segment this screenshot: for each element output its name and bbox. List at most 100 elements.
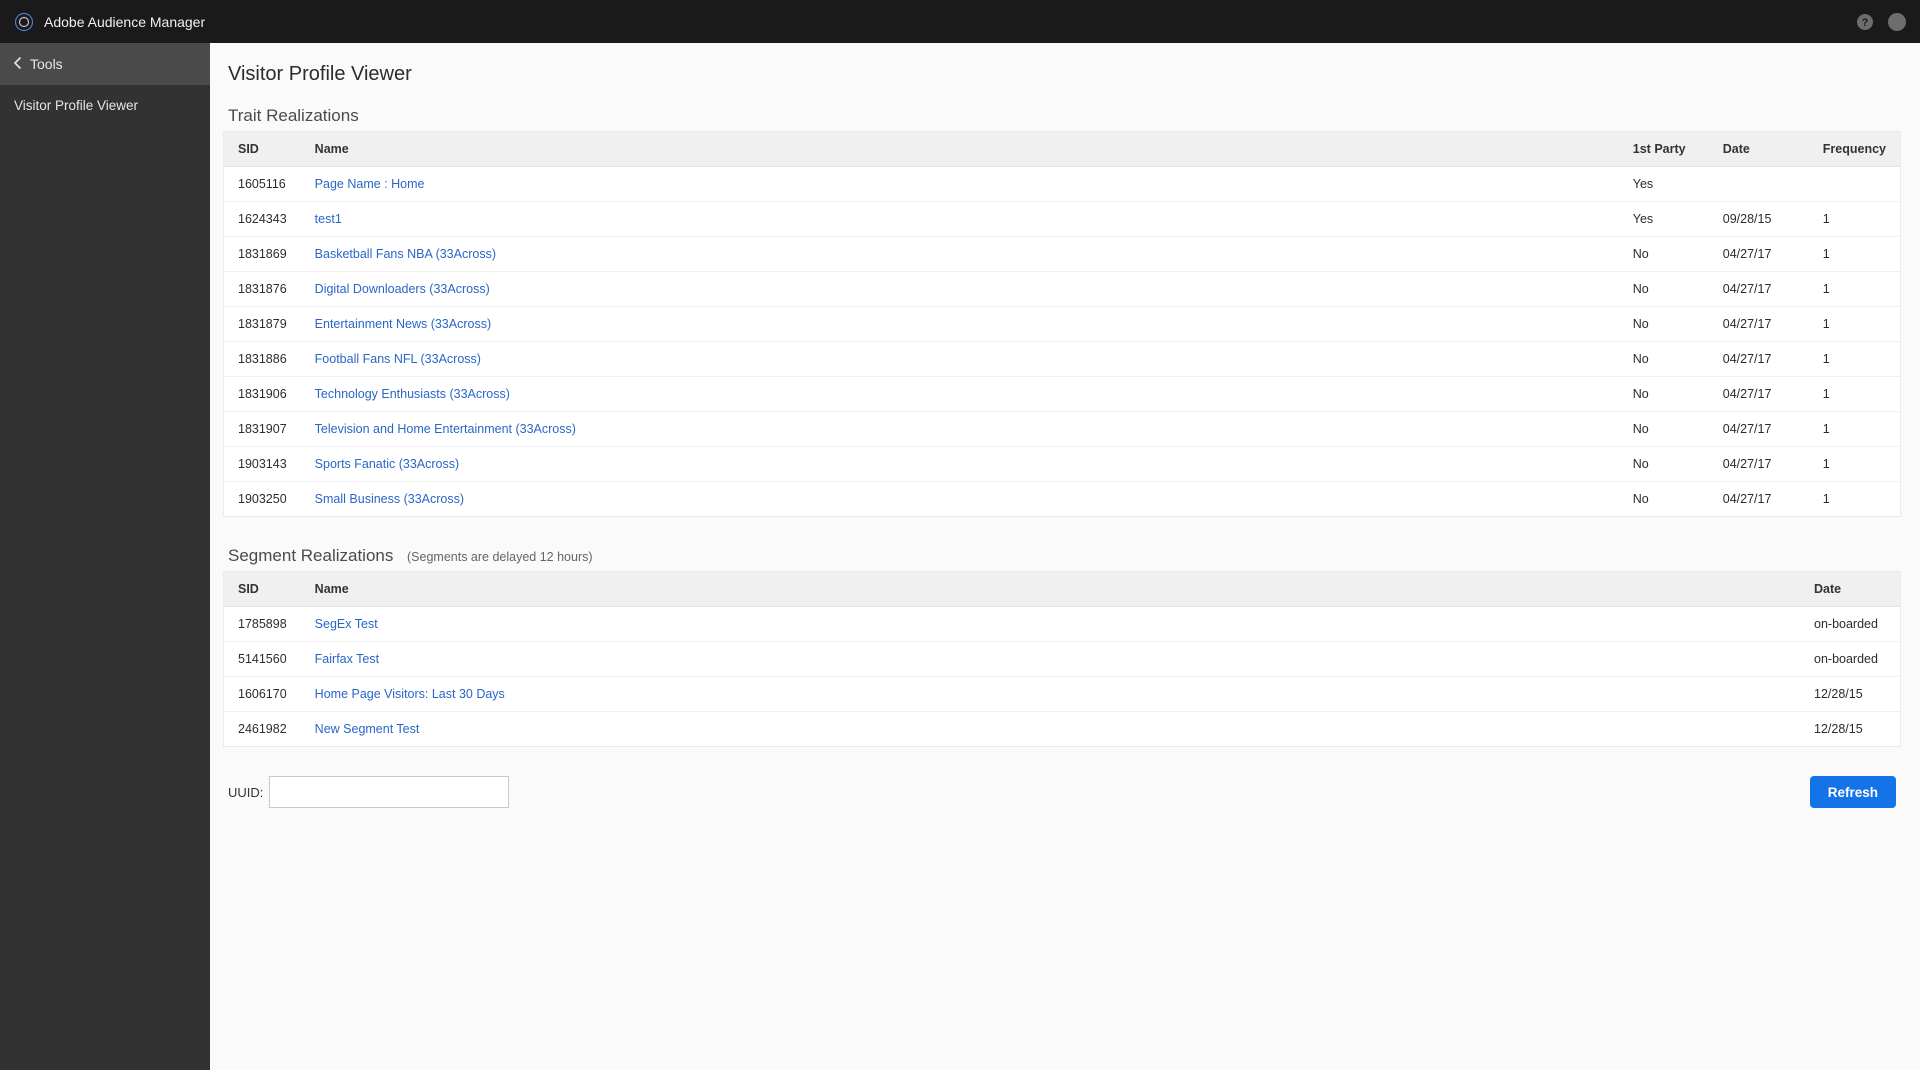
segment-sid: 1785898 — [224, 607, 301, 642]
table-row: 1831886Football Fans NFL (33Across)No04/… — [224, 342, 1900, 377]
refresh-button[interactable]: Refresh — [1810, 776, 1896, 808]
trait-freq: 1 — [1809, 447, 1900, 482]
trait-name-link[interactable]: Television and Home Entertainment (33Acr… — [315, 422, 576, 436]
trait-name-link[interactable]: Small Business (33Across) — [315, 492, 464, 506]
trait-name-link[interactable]: test1 — [315, 212, 342, 226]
trait-party: No — [1619, 237, 1709, 272]
trait-date: 04/27/17 — [1709, 237, 1809, 272]
segments-delay-note: (Segments are delayed 12 hours) — [407, 550, 593, 564]
segments-col-date[interactable]: Date — [1800, 572, 1900, 607]
trait-freq: 1 — [1809, 307, 1900, 342]
uuid-label: UUID: — [228, 785, 263, 800]
trait-party: No — [1619, 342, 1709, 377]
trait-name-link[interactable]: Technology Enthusiasts (33Across) — [315, 387, 510, 401]
trait-freq: 1 — [1809, 237, 1900, 272]
segments-col-sid[interactable]: SID — [224, 572, 301, 607]
trait-date: 04/27/17 — [1709, 307, 1809, 342]
trait-freq: 1 — [1809, 202, 1900, 237]
trait-party: No — [1619, 272, 1709, 307]
help-icon[interactable]: ? — [1856, 13, 1874, 31]
trait-sid: 1831869 — [224, 237, 301, 272]
trait-name-link[interactable]: Page Name : Home — [315, 177, 425, 191]
trait-freq: 1 — [1809, 377, 1900, 412]
uuid-input[interactable] — [269, 776, 509, 808]
traits-col-name[interactable]: Name — [301, 132, 1619, 167]
trait-date — [1709, 167, 1809, 202]
trait-date: 04/27/17 — [1709, 377, 1809, 412]
trait-freq: 1 — [1809, 272, 1900, 307]
main-wrap: Visitor Profile Viewer Trait Realization… — [210, 43, 1920, 1070]
trait-freq: 1 — [1809, 342, 1900, 377]
sidebar-back-tools[interactable]: Tools — [0, 43, 210, 85]
topbar-left: Adobe Audience Manager — [14, 12, 205, 32]
trait-sid: 1831876 — [224, 272, 301, 307]
trait-sid: 1605116 — [224, 167, 301, 202]
segments-section-title: Segment Realizations — [228, 546, 393, 566]
table-row: 5141560 Fairfax Test on-boarded — [224, 642, 1900, 677]
table-row: 1831907 Television and Home Entertainment… — [224, 412, 1900, 447]
segments-col-name[interactable]: Name — [301, 572, 1800, 607]
svg-text:?: ? — [1862, 17, 1869, 29]
trait-name-link[interactable]: Basketball Fans NBA (33Across) — [315, 247, 496, 261]
topbar-right: ? — [1856, 13, 1906, 31]
traits-col-date[interactable]: Date — [1709, 132, 1809, 167]
trait-date: 04/27/17 — [1709, 342, 1809, 377]
table-row: 1624343test1Yes09/28/151 — [224, 202, 1900, 237]
table-row: 1605116 Page Name : Home Yes — [224, 167, 1900, 202]
app-title: Adobe Audience Manager — [44, 14, 205, 30]
segment-sid: 5141560 — [224, 642, 301, 677]
trait-party: No — [1619, 482, 1709, 517]
trait-date: 04/27/17 — [1709, 447, 1809, 482]
table-row: 1831906 Technology Enthusiasts (33Across)… — [224, 377, 1900, 412]
sidebar-item-label: Visitor Profile Viewer — [14, 98, 138, 113]
segment-name-link[interactable]: New Segment Test — [315, 722, 420, 736]
traits-col-freq[interactable]: Frequency — [1809, 132, 1900, 167]
trait-sid: 1831906 — [224, 377, 301, 412]
page-title: Visitor Profile Viewer — [228, 63, 1900, 86]
segment-sid: 1606170 — [224, 677, 301, 712]
segments-section-header: Segment Realizations (Segments are delay… — [224, 542, 1900, 572]
trait-date: 04/27/17 — [1709, 272, 1809, 307]
trait-sid: 1831879 — [224, 307, 301, 342]
trait-name-link[interactable]: Digital Downloaders (33Across) — [315, 282, 490, 296]
traits-table: SID Name 1st Party Date Frequency 160511… — [224, 132, 1900, 516]
trait-party: No — [1619, 307, 1709, 342]
app-logo-icon — [14, 12, 34, 32]
trait-freq: 1 — [1809, 482, 1900, 517]
trait-sid: 1903250 — [224, 482, 301, 517]
segment-name-link[interactable]: Home Page Visitors: Last 30 Days — [315, 687, 505, 701]
segment-name-link[interactable]: SegEx Test — [315, 617, 378, 631]
table-row: 1606170 Home Page Visitors: Last 30 Days 1… — [224, 677, 1900, 712]
shell: Tools Visitor Profile Viewer Visitor Pro… — [0, 43, 1920, 1070]
traits-col-party[interactable]: 1st Party — [1619, 132, 1709, 167]
segment-date: 12/28/15 — [1800, 677, 1900, 712]
segment-name-link[interactable]: Fairfax Test — [315, 652, 379, 666]
segment-date: 12/28/15 — [1800, 712, 1900, 747]
user-avatar-icon[interactable] — [1888, 13, 1906, 31]
table-row: 2461982 New Segment Test 12/28/15 — [224, 712, 1900, 747]
table-row: 1831869 Basketball Fans NBA (33Across) No0… — [224, 237, 1900, 272]
trait-name-link[interactable]: Sports Fanatic (33Across) — [315, 457, 460, 471]
topbar: Adobe Audience Manager ? — [0, 0, 1920, 43]
trait-name-link[interactable]: Entertainment News (33Across) — [315, 317, 491, 331]
trait-party: No — [1619, 447, 1709, 482]
sidebar: Tools Visitor Profile Viewer — [0, 43, 210, 1070]
table-row: 1831876 Digital Downloaders (33Across) No0… — [224, 272, 1900, 307]
main-scroll[interactable]: Visitor Profile Viewer Trait Realization… — [210, 43, 1920, 1070]
table-row: 1831879 Entertainment News (33Across) No04… — [224, 307, 1900, 342]
traits-section-title: Trait Realizations — [228, 106, 359, 126]
trait-freq: 1 — [1809, 412, 1900, 447]
trait-party: No — [1619, 377, 1709, 412]
trait-party: Yes — [1619, 167, 1709, 202]
trait-name-link[interactable]: Football Fans NFL (33Across) — [315, 352, 481, 366]
segment-date: on-boarded — [1800, 642, 1900, 677]
segment-date: on-boarded — [1800, 607, 1900, 642]
traits-col-sid[interactable]: SID — [224, 132, 301, 167]
sidebar-item-visitor-profile-viewer[interactable]: Visitor Profile Viewer — [0, 85, 210, 125]
table-row: 1903250 Small Business (33Across) No04/27/… — [224, 482, 1900, 517]
trait-date: 04/27/17 — [1709, 412, 1809, 447]
trait-date: 04/27/17 — [1709, 482, 1809, 517]
trait-sid: 1624343 — [224, 202, 301, 237]
trait-sid: 1831907 — [224, 412, 301, 447]
segment-sid: 2461982 — [224, 712, 301, 747]
